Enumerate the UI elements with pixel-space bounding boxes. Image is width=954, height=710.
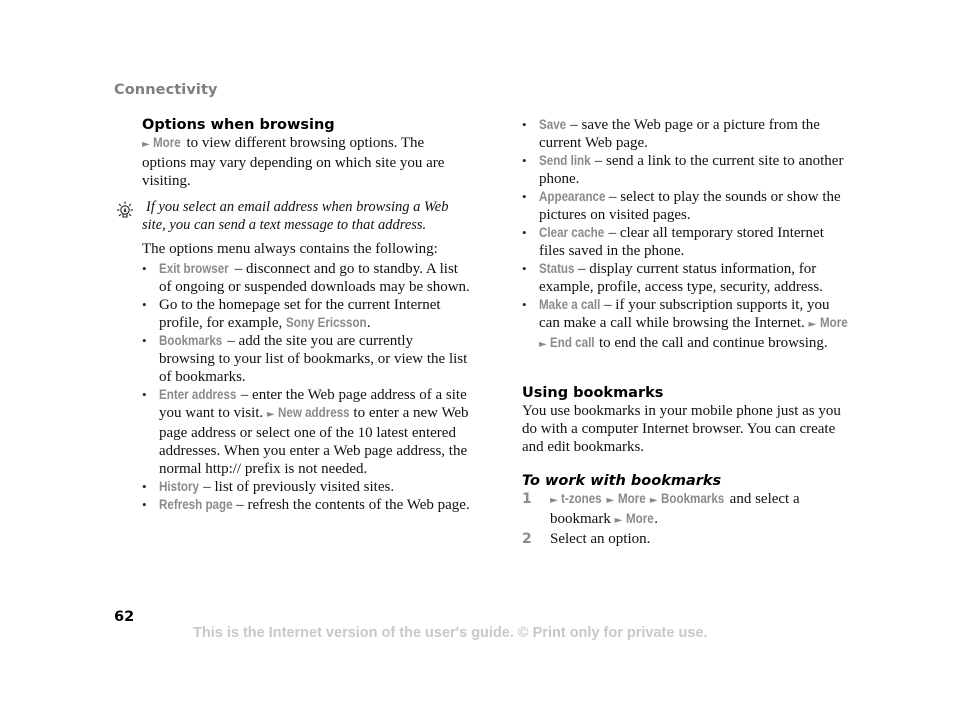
arrow-icon: ► — [649, 495, 658, 506]
list-item: • Bookmarks – add the site you are curren… — [142, 333, 468, 385]
lead-text: The options menu always contains the fol… — [142, 241, 438, 257]
ui-more: More — [617, 491, 646, 506]
ui-history: History — [159, 479, 200, 494]
list-item: • Make a call – if your subscription supp… — [522, 297, 848, 351]
list-item: • Go to the homepage set for the current … — [142, 297, 441, 331]
ui-more: More — [819, 315, 848, 330]
arrow-icon: ► — [614, 515, 623, 526]
ui-make-a-call: Make a call — [539, 297, 601, 312]
ui-t-zones: t-zones — [561, 491, 603, 506]
page-number: 62 — [114, 609, 135, 625]
list-item: • Status – display current status informa… — [522, 261, 823, 295]
ui-end-call: End call — [550, 335, 595, 350]
arrow-icon: ► — [550, 495, 558, 506]
right-options-list: • Save – save the Web page or a picture f… — [522, 116, 852, 354]
list-item: • Send link – send a link to the current … — [522, 153, 844, 187]
step-number: 2 — [522, 531, 532, 547]
options-heading: Options when browsing — [142, 117, 335, 133]
ui-enter-address: Enter address — [159, 387, 237, 402]
procedure-heading: To work with bookmarks — [522, 473, 722, 489]
list-item: • Clear cache – clear all temporary store… — [522, 225, 824, 259]
ui-more: More — [153, 135, 182, 150]
step-2: 2 Select an option. — [522, 531, 651, 547]
procedure-section: To work with bookmarks 1 ► t-zones ► Mor… — [522, 472, 852, 548]
arrow-icon: ► — [539, 339, 547, 350]
lightbulb-icon — [117, 201, 133, 218]
ui-exit-browser: Exit browser — [159, 261, 229, 276]
using-bookmarks-section: Using bookmarks You use bookmarks in you… — [522, 384, 852, 456]
using-bookmarks-text: You use bookmarks in your mobile phone j… — [522, 403, 841, 455]
list-item: • Exit browser – disconnect and go to sta… — [142, 261, 470, 295]
list-item: • Enter address – enter the Web page addr… — [142, 387, 469, 477]
ui-sony-ericsson: Sony Ericsson — [286, 315, 367, 330]
using-bookmarks-heading: Using bookmarks — [522, 385, 664, 401]
arrow-icon: ► — [266, 409, 275, 420]
intro-paragraph: ► More to view different browsing option… — [142, 134, 472, 190]
left-column: Options when browsing ► More to view dif… — [142, 116, 472, 190]
arrow-icon: ► — [808, 319, 817, 330]
ui-refresh-page: Refresh page — [159, 497, 233, 512]
list-item: • Save – save the Web page or a picture f… — [522, 117, 820, 151]
intro-text: to view different browsing options. The … — [142, 135, 445, 189]
ui-new-address: New address — [278, 405, 351, 420]
ui-more: More — [626, 511, 654, 526]
ui-appearance: Appearance — [539, 189, 606, 204]
arrow-icon: ► — [606, 495, 615, 506]
footer-notice: This is the Internet version of the user… — [193, 625, 708, 641]
section-title: Connectivity — [114, 82, 218, 98]
arrow-icon: ► — [142, 139, 150, 150]
list-item: • History – list of previously visited si… — [142, 479, 395, 495]
tip-text: If you select an email address when brow… — [142, 199, 449, 233]
ui-save: Save — [539, 117, 567, 132]
step-1: 1 ► t-zones ► More ► Bookmarks and selec… — [522, 491, 800, 527]
ui-status: Status — [539, 261, 575, 276]
ui-bookmarks: Bookmarks — [661, 491, 725, 506]
ui-bookmarks: Bookmarks — [159, 333, 223, 348]
ui-clear-cache: Clear cache — [539, 225, 605, 240]
step-number: 1 — [522, 491, 532, 507]
list-item: • Appearance – select to play the sounds … — [522, 189, 841, 223]
ui-send-link: Send link — [539, 153, 591, 168]
list-item: • Refresh page – refresh the contents of … — [142, 497, 470, 513]
left-options-list: • Exit browser – disconnect and go to sta… — [142, 260, 470, 514]
